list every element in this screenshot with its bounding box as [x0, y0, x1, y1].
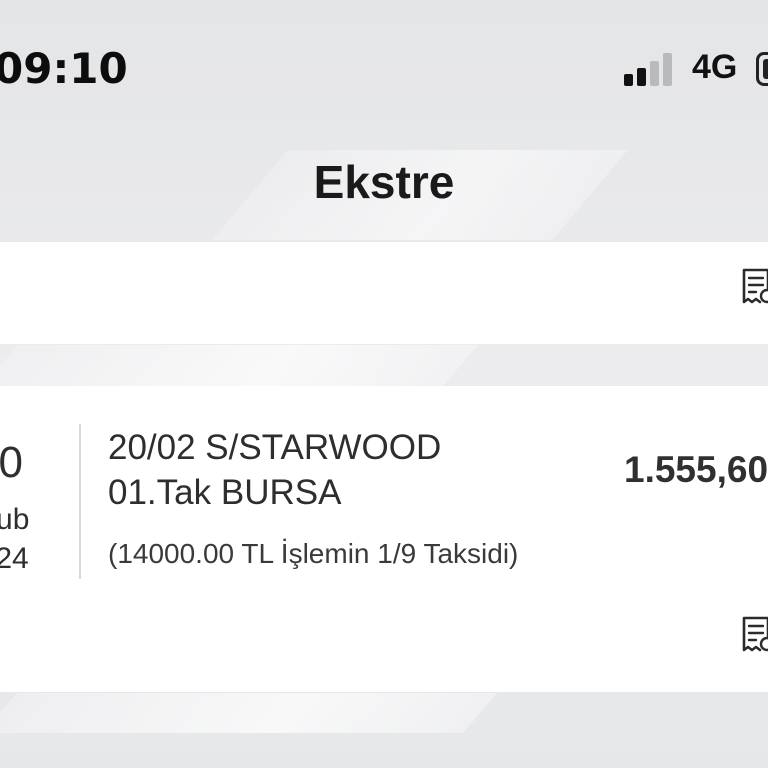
status-time: 09:10 — [0, 44, 128, 93]
transaction-description-line2: 01.Tak BURSA — [108, 473, 342, 512]
date-divider — [79, 424, 81, 579]
network-type: 4G — [692, 48, 738, 86]
receipt-icon[interactable] — [741, 268, 768, 306]
receipt-icon[interactable] — [741, 616, 768, 654]
cellular-signal-icon — [624, 52, 678, 86]
background-stripe — [0, 693, 497, 733]
transaction-year: 2024 — [0, 542, 29, 575]
status-bar: 09:10 4G — [0, 0, 768, 140]
summary-card — [0, 242, 768, 344]
transaction-description-line1: 20/02 S/STARWOOD — [108, 428, 442, 467]
page-title: Ekstre — [313, 156, 455, 208]
background-stripe — [0, 345, 478, 387]
battery-icon — [756, 52, 768, 86]
installment-note: (14000.00 TL İşlemin 1/9 Taksidi) — [108, 538, 519, 569]
transaction-month: Şub — [0, 503, 30, 536]
transaction-day: 20 — [0, 438, 23, 487]
transaction-amount: 1.555,60 — [624, 449, 768, 490]
